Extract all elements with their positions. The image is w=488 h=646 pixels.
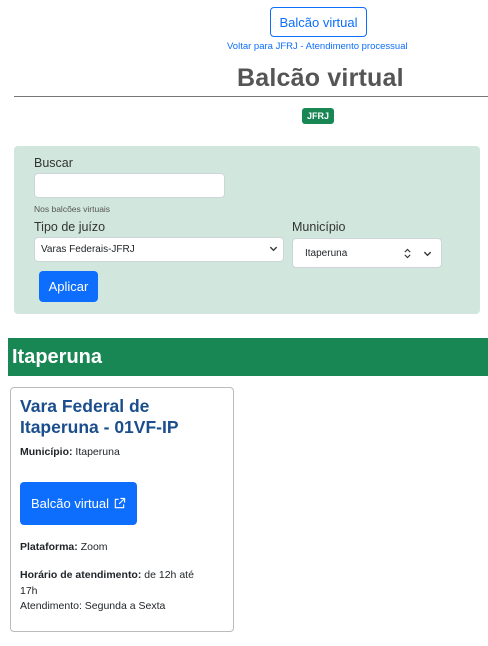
apply-button[interactable]: Aplicar [39,271,98,302]
city-section-header: Itaperuna [8,338,488,376]
balcao-virtual-top-button[interactable]: Balcão virtual [270,7,367,37]
municipio-select[interactable]: Itaperuna [292,238,442,268]
card-municipio-value: Itaperuna [75,446,120,458]
card-button-label: Balcão virtual [30,496,110,511]
tipo-juizo-value: Varas Federais-JFRJ [41,244,135,255]
page-title: Balcão virtual [237,64,404,92]
title-divider [14,96,488,97]
card-plataforma-value: Zoom [80,541,108,553]
tipo-juizo-label: Tipo de juízo [34,220,106,234]
card-municipio: Município: Itaperuna [20,446,120,458]
chevron-down-icon [423,249,432,260]
card-horario: Horário de atendimento: de 12h até [20,569,194,581]
card-balcao-virtual-button[interactable]: Balcão virtual [20,482,137,525]
card-horario-continued: 17h [20,585,38,597]
card-municipio-label: Município: [20,446,73,458]
search-input[interactable] [34,173,225,198]
card-horario-label: Horário de atendimento: [20,569,142,581]
chevron-down-icon [269,244,278,255]
card-horario-value: de 12h até [144,569,194,581]
card-plataforma-label: Plataforma: [20,541,78,553]
back-link[interactable]: Voltar para JFRJ - Atendimento processua… [227,41,408,52]
jfrj-badge: JFRJ [302,108,334,124]
search-label: Buscar [34,156,73,170]
search-help-text: Nos balcões virtuais [34,204,111,214]
municipio-value: Itaperuna [305,247,348,259]
tipo-juizo-select[interactable]: Varas Federais-JFRJ [34,237,284,262]
card-plataforma: Plataforma: Zoom [20,541,108,553]
card-title: Vara Federal de Itaperuna - 01VF-IP [20,396,179,437]
external-link-icon [113,497,126,510]
sort-updown-icon [403,248,412,261]
card-atendimento: Atendimento: Segunda a Sexta [20,600,166,612]
municipio-label: Município [292,220,346,234]
